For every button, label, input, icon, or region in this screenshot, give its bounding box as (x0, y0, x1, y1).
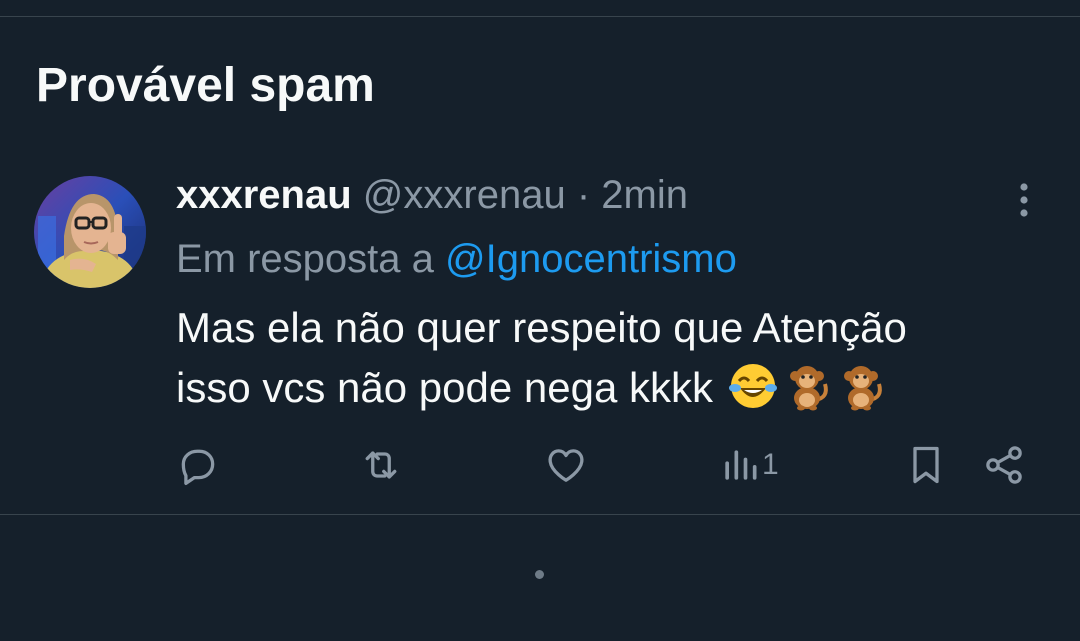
top-divider (0, 16, 1080, 17)
retweet-button[interactable] (358, 440, 404, 490)
tweet-text-line-1: Mas ela não quer respeito que Atenção (176, 304, 907, 351)
tears-of-joy-emoji-icon (727, 360, 779, 428)
tweet-text: Mas ela não quer respeito que Atenção is… (176, 298, 1036, 428)
share-button[interactable] (982, 440, 1026, 490)
bookmark-button[interactable] (906, 440, 946, 490)
more-button[interactable] (1000, 176, 1048, 224)
monkey-emoji-icon (781, 360, 833, 428)
avatar[interactable] (34, 176, 146, 288)
tweet-text-line-2: isso vcs não pode nega kkkk (176, 358, 1036, 428)
more-vertical-icon (1020, 183, 1028, 217)
like-button[interactable] (544, 440, 588, 490)
loading-indicator (535, 570, 544, 579)
views-chart-icon (725, 450, 757, 480)
share-icon (986, 446, 1022, 484)
reply-context: Em resposta a @Ignocentrismo (176, 232, 737, 286)
heart-icon (548, 449, 584, 482)
bottom-divider (0, 514, 1080, 515)
monkey-emoji-icon (835, 360, 887, 428)
views-count: 1 (762, 448, 779, 481)
reply-mention-link[interactable]: @Ignocentrismo (445, 237, 737, 281)
tweet-actions: 1 (0, 440, 1080, 490)
tweet-header: xxxrenau @xxxrenau · 2min (176, 168, 688, 222)
retweet-icon (365, 451, 397, 479)
views-button[interactable]: 1 (722, 440, 779, 490)
section-title: Provável spam (36, 59, 375, 112)
tweet-timestamp[interactable]: 2min (601, 173, 688, 217)
bookmark-icon (913, 446, 939, 484)
reply-prefix: Em resposta a (176, 237, 434, 281)
display-name[interactable]: xxxrenau (176, 173, 352, 217)
header-separator: · (576, 173, 591, 217)
user-handle[interactable]: @xxxrenau (363, 173, 566, 217)
tweet-text-line-2-content: isso vcs não pode nega kkkk (176, 364, 713, 411)
reply-button[interactable] (176, 440, 220, 490)
reply-icon (181, 449, 215, 485)
